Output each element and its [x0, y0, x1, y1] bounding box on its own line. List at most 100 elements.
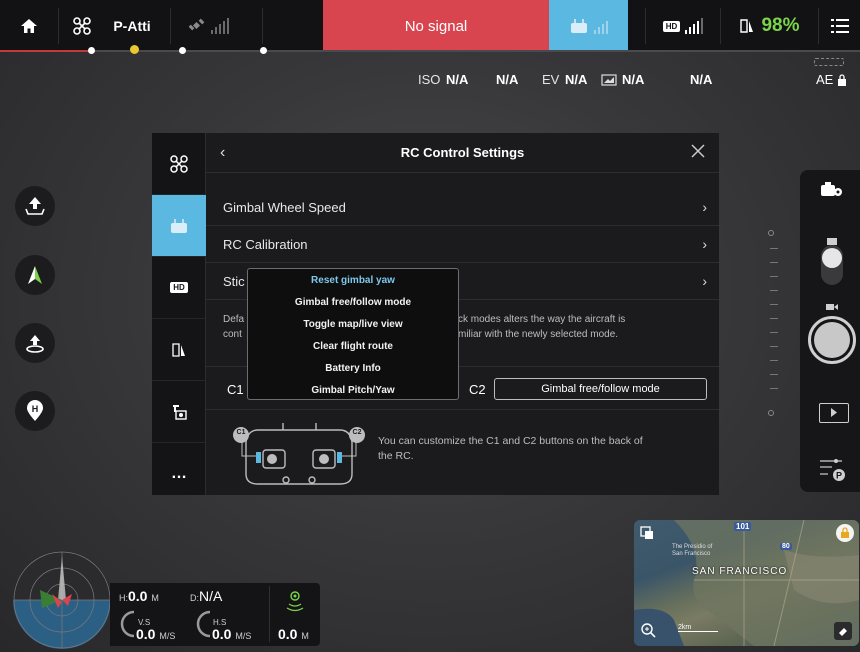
- desc-line: ck modes alters the way the aircraft is: [458, 314, 626, 325]
- ae-lock[interactable]: AE: [816, 72, 847, 87]
- aircraft-status-icon[interactable]: [60, 0, 104, 52]
- zoom-icon: [641, 623, 656, 638]
- takeoff-button[interactable]: [15, 186, 55, 226]
- aircraft-icon: [170, 154, 188, 173]
- vps-value: 0.0: [278, 626, 298, 642]
- screen-switch-icon: [640, 526, 653, 539]
- eraser-icon: [839, 628, 847, 636]
- slider-tick: [770, 304, 778, 305]
- desc-line: miliar with the newly selected mode.: [458, 329, 619, 340]
- dropdown-option[interactable]: Clear flight route: [248, 341, 458, 352]
- rc-signal-status[interactable]: [549, 0, 628, 52]
- track-marker: [260, 47, 267, 54]
- white-balance-icon: [601, 73, 617, 86]
- rc-signal-bars-icon: [594, 18, 608, 34]
- map-zoom-button[interactable]: [640, 622, 656, 643]
- iso-value: N/A: [446, 72, 469, 87]
- return-home-button[interactable]: [15, 323, 55, 363]
- battery-status[interactable]: 98%: [724, 0, 814, 52]
- close-icon: [691, 144, 705, 158]
- dropdown-option[interactable]: Toggle map/live view: [248, 319, 458, 330]
- gimbal-wheel-speed-row[interactable]: Gimbal Wheel Speed ›: [206, 189, 719, 226]
- mini-map[interactable]: 101 80 The Presidio of San Francisco SAN…: [634, 520, 859, 646]
- dropdown-option[interactable]: Gimbal free/follow mode: [248, 297, 458, 308]
- dropdown-option-selected[interactable]: Reset gimbal yaw: [248, 275, 458, 286]
- c2-function-select[interactable]: Gimbal free/follow mode: [494, 378, 707, 400]
- height-readout: H:0.0 M: [119, 588, 159, 604]
- vs-readout: 0.0 M/S: [136, 626, 175, 642]
- menu-button[interactable]: [820, 0, 860, 52]
- slider-bottom-marker: [768, 410, 774, 416]
- camera-settings-button[interactable]: [820, 180, 844, 205]
- map-clear-button[interactable]: [834, 622, 852, 640]
- map-scale-bar: 2km: [678, 624, 718, 632]
- tab-more-icon[interactable]: …: [152, 443, 206, 505]
- shutter-value[interactable]: N/A: [496, 72, 518, 87]
- vision-positioning-icon: [286, 591, 304, 612]
- intelligent-flight-button[interactable]: [15, 255, 55, 295]
- tab-hd[interactable]: HD: [152, 257, 206, 319]
- lock-icon: [838, 73, 847, 86]
- camera-parameters-button[interactable]: P: [818, 457, 846, 488]
- gps-status[interactable]: [172, 0, 244, 52]
- wb-param[interactable]: N/A: [601, 72, 644, 87]
- lock-icon: [841, 527, 849, 538]
- gps-signal-bars-icon: [210, 18, 229, 34]
- photo-video-toggle[interactable]: [821, 245, 843, 285]
- slider-tick: [770, 388, 778, 389]
- tab-remote-controller[interactable]: [152, 195, 206, 257]
- aircraft-icon: [73, 17, 91, 35]
- settings-sidebar: HD …: [152, 133, 206, 495]
- vps-readout: 0.0 M: [278, 626, 309, 642]
- navigation-arrow-icon: [28, 266, 42, 284]
- distance-label: D:: [190, 593, 199, 603]
- close-button[interactable]: [690, 143, 706, 164]
- tab-battery[interactable]: [152, 319, 206, 381]
- row-label: Gimbal Wheel Speed: [223, 199, 346, 215]
- dropdown-option[interactable]: Gimbal Pitch/Yaw: [248, 385, 458, 396]
- hd-icon: HD: [662, 20, 681, 32]
- c1-function-dropdown: Reset gimbal yaw Gimbal free/follow mode…: [247, 268, 459, 400]
- distance-value: N/A: [199, 588, 223, 604]
- tab-gimbal[interactable]: [152, 381, 206, 443]
- storage-value[interactable]: N/A: [690, 72, 712, 87]
- camera-mode-indicator-icon: [814, 58, 844, 66]
- highway-shield-101: 101: [734, 522, 752, 531]
- height-label: H:: [119, 593, 128, 603]
- playback-button[interactable]: [819, 403, 849, 423]
- c2-label: C2: [469, 382, 486, 397]
- gimbal-icon: [173, 404, 187, 420]
- dropdown-option[interactable]: Battery Info: [248, 363, 458, 374]
- home-point-pin-icon: H: [27, 400, 43, 421]
- shutter-button[interactable]: [808, 316, 856, 364]
- tab-aircraft[interactable]: [152, 133, 206, 195]
- home-button[interactable]: [0, 0, 58, 52]
- video-mode-icon: [826, 298, 838, 316]
- map-lock-button[interactable]: [836, 524, 854, 542]
- distance-readout: D:N/A: [190, 588, 222, 604]
- iso-label: ISO: [418, 72, 441, 87]
- height-unit: M: [151, 593, 159, 603]
- rc-calibration-row[interactable]: RC Calibration ›: [206, 226, 719, 263]
- takeoff-icon: [25, 197, 45, 215]
- desc-line: Defa: [223, 314, 245, 325]
- battery-icon: [172, 342, 185, 357]
- ev-param[interactable]: EV N/A: [542, 72, 587, 87]
- svg-text:P: P: [836, 471, 842, 481]
- iso-param[interactable]: ISO N/A: [418, 72, 468, 87]
- flight-mode-label[interactable]: P-Atti: [104, 0, 160, 52]
- wb-value: N/A: [622, 72, 645, 87]
- play-icon: [831, 408, 837, 417]
- slider-tick: [770, 374, 778, 375]
- toggle-map-view-button[interactable]: [640, 526, 654, 545]
- svg-text:H: H: [32, 404, 39, 414]
- hd-signal-status[interactable]: HD: [648, 0, 718, 52]
- vs-value: 0.0: [136, 626, 156, 642]
- track-marker: [88, 47, 95, 54]
- desc-line: You can customize the C1 and C2 buttons …: [378, 435, 643, 447]
- battery-icon: [740, 19, 754, 33]
- satellite-icon: [188, 18, 204, 31]
- divider: [206, 409, 719, 410]
- attitude-radar-icon[interactable]: [12, 550, 112, 650]
- map-pin-button[interactable]: H: [15, 391, 55, 431]
